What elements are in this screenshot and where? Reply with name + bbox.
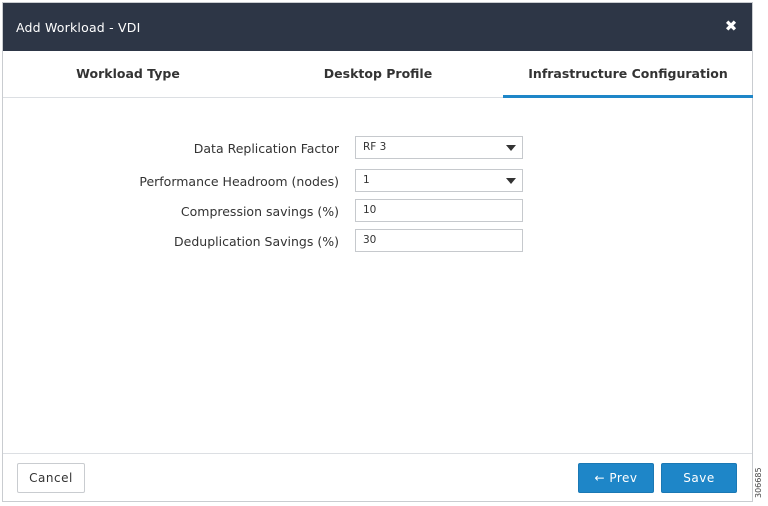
compression-savings-input[interactable]: 10 [355,199,523,222]
compression-savings-value: 10 [363,204,377,216]
data-replication-factor-value: RF 3 [363,141,387,153]
performance-headroom-select[interactable]: 1 [355,169,523,192]
prev-button[interactable]: ← Prev [578,463,654,493]
chevron-down-icon [506,178,516,184]
compression-savings-label: Compression savings (%) [180,204,339,219]
tab-desktop-profile[interactable]: Desktop Profile [253,51,503,98]
tab-workload-type[interactable]: Workload Type [3,51,253,98]
form-row-performance-headroom: Performance Headroom (nodes) 1 [3,169,752,193]
form-row-deduplication-savings: Deduplication Savings (%) 30 [3,229,752,253]
wizard-tabs: Workload Type Desktop Profile Infrastruc… [3,51,753,98]
dialog-footer: Cancel ← Prev Save [3,453,752,501]
figure-id: 306685 [754,467,763,498]
deduplication-savings-label: Deduplication Savings (%) [174,234,339,249]
tab-infrastructure-configuration[interactable]: Infrastructure Configuration [503,51,753,98]
data-replication-factor-label: Data Replication Factor [193,141,339,156]
add-workload-dialog: Add Workload - VDI ✖ Workload Type Deskt… [2,2,753,502]
deduplication-savings-input[interactable]: 30 [355,229,523,252]
save-button[interactable]: Save [661,463,737,493]
form-row-compression-savings: Compression savings (%) 10 [3,199,752,223]
dialog-titlebar: Add Workload - VDI ✖ [3,3,752,51]
cancel-button[interactable]: Cancel [17,463,85,493]
performance-headroom-label: Performance Headroom (nodes) [139,174,339,189]
dialog-title: Add Workload - VDI [16,20,141,35]
deduplication-savings-value: 30 [363,234,377,246]
form-row-data-replication-factor: Data Replication Factor RF 3 [3,136,752,160]
data-replication-factor-select[interactable]: RF 3 [355,136,523,159]
chevron-down-icon [506,145,516,151]
close-icon[interactable]: ✖ [722,17,740,35]
performance-headroom-value: 1 [363,174,370,186]
